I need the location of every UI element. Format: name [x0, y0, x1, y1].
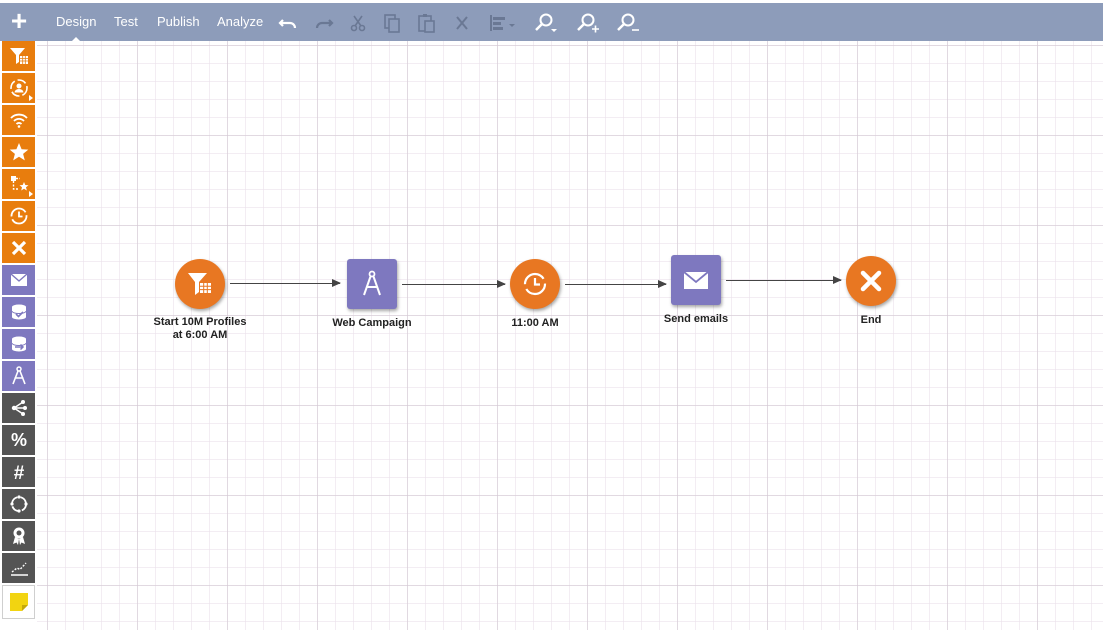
node-label-wait: 11:00 AM — [511, 317, 559, 329]
node-label-start: Start 10M Profiles at 6:00 AM — [153, 316, 247, 341]
workflow-node-wait[interactable] — [510, 259, 560, 309]
percent-icon[interactable]: % — [2, 425, 35, 455]
add-icon[interactable]: + — [8, 7, 30, 35]
filter-segment-icon[interactable] — [2, 41, 35, 71]
compass-icon[interactable] — [2, 361, 35, 391]
compass-icon[interactable] — [347, 259, 397, 309]
award-icon[interactable] — [2, 521, 35, 551]
timer-icon[interactable] — [2, 201, 35, 231]
delete-icon[interactable] — [451, 12, 473, 34]
connector-arrow[interactable] — [565, 280, 667, 288]
connector-arrow[interactable] — [726, 276, 842, 284]
database-export-icon[interactable] — [2, 329, 35, 359]
filter-segment-icon[interactable] — [175, 259, 225, 309]
flow-star-icon[interactable] — [2, 169, 35, 199]
undo-icon[interactable] — [277, 12, 299, 34]
signal-icon[interactable] — [2, 105, 35, 135]
email-icon[interactable] — [671, 255, 721, 305]
zoom-out-icon[interactable] — [615, 12, 641, 34]
hash-icon[interactable]: # — [2, 457, 35, 487]
workflow-node-end[interactable] — [846, 256, 896, 306]
tab-test[interactable]: Test — [114, 14, 138, 30]
timer-icon[interactable] — [510, 259, 560, 309]
node-label-web-campaign: Web Campaign — [332, 317, 412, 329]
node-label-end: End — [860, 314, 882, 326]
tab-publish[interactable]: Publish — [157, 14, 200, 30]
workflow-canvas[interactable]: Start 10M Profiles at 6:00 AM Web Campai… — [37, 41, 1103, 630]
note-icon[interactable] — [2, 585, 35, 619]
redo-icon[interactable] — [313, 12, 335, 34]
end-icon[interactable] — [2, 233, 35, 263]
connector-arrow[interactable] — [402, 280, 506, 288]
connector-arrow[interactable] — [230, 279, 341, 287]
zoom-fit-icon[interactable] — [533, 12, 559, 34]
paste-icon[interactable] — [416, 12, 438, 34]
chart-line-icon[interactable] — [2, 553, 35, 583]
cut-icon[interactable] — [347, 12, 369, 34]
svg-text:%: % — [10, 430, 26, 450]
top-toolbar: + Design Test Publish Analyze — [0, 3, 1103, 43]
zoom-in-icon[interactable] — [575, 12, 601, 34]
split-icon[interactable] — [2, 393, 35, 423]
svg-text:#: # — [13, 463, 24, 483]
end-icon[interactable] — [846, 256, 896, 306]
workflow-node-web-campaign[interactable] — [347, 259, 397, 309]
email-icon[interactable] — [2, 265, 35, 295]
tab-design[interactable]: Design — [56, 14, 96, 43]
copy-icon[interactable] — [381, 12, 403, 34]
star-icon[interactable] — [2, 137, 35, 167]
node-label-send-emails: Send emails — [663, 313, 729, 325]
workflow-node-start[interactable] — [175, 259, 225, 309]
align-icon[interactable] — [487, 12, 517, 34]
tab-analyze[interactable]: Analyze — [217, 14, 263, 30]
workflow-node-send-emails[interactable] — [671, 255, 721, 305]
activity-palette: % # — [2, 41, 36, 621]
cycle-icon[interactable] — [2, 489, 35, 519]
database-check-icon[interactable] — [2, 297, 35, 327]
audience-icon[interactable] — [2, 73, 35, 103]
